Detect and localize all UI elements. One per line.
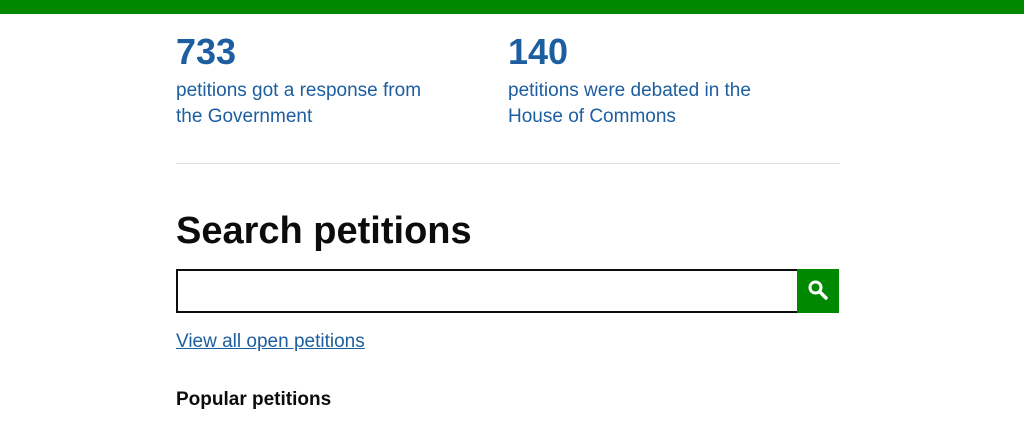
top-header-bar: [0, 0, 1024, 14]
popular-petitions-heading: Popular petitions: [176, 389, 332, 410]
stat-debated-description: petitions were debated in the House of C…: [508, 80, 751, 127]
search-heading: Search petitions: [176, 210, 472, 252]
search-input[interactable]: [176, 269, 797, 313]
view-all-open-petitions-link[interactable]: View all open petitions: [176, 329, 365, 355]
stat-debated-number: 140: [508, 31, 569, 72]
search-form: [176, 269, 839, 313]
stat-responded-number: 733: [176, 31, 237, 72]
search-button[interactable]: [797, 269, 839, 313]
petition-stats: 733 petitions got a response from the Go…: [176, 32, 840, 164]
stat-debated: 140 petitions were debated in the House …: [508, 32, 808, 130]
search-icon: [807, 279, 829, 304]
stat-responded-description: petitions got a response from the Govern…: [176, 80, 422, 127]
stat-responded: 733 petitions got a response from the Go…: [176, 32, 476, 130]
